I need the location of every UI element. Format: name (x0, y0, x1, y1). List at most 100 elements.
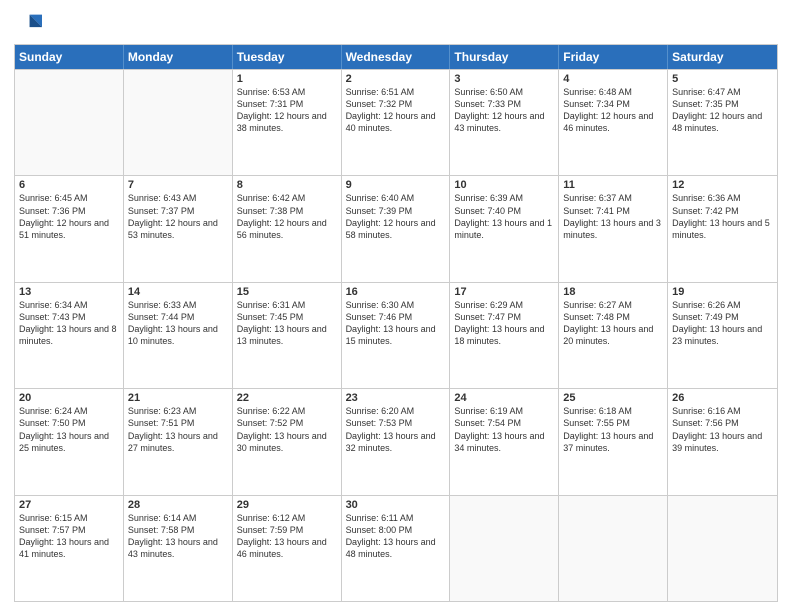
day-info: Sunrise: 6:51 AM Sunset: 7:32 PM Dayligh… (346, 86, 446, 135)
cal-cell: 18Sunrise: 6:27 AM Sunset: 7:48 PM Dayli… (559, 283, 668, 388)
cal-cell: 19Sunrise: 6:26 AM Sunset: 7:49 PM Dayli… (668, 283, 777, 388)
cal-cell (15, 70, 124, 175)
cal-cell: 1Sunrise: 6:53 AM Sunset: 7:31 PM Daylig… (233, 70, 342, 175)
day-number: 26 (672, 392, 773, 404)
week-row-5: 27Sunrise: 6:15 AM Sunset: 7:57 PM Dayli… (15, 495, 777, 601)
day-number: 17 (454, 286, 554, 298)
day-number: 21 (128, 392, 228, 404)
day-info: Sunrise: 6:29 AM Sunset: 7:47 PM Dayligh… (454, 299, 554, 348)
day-info: Sunrise: 6:16 AM Sunset: 7:56 PM Dayligh… (672, 405, 773, 454)
day-number: 28 (128, 499, 228, 511)
cal-cell: 21Sunrise: 6:23 AM Sunset: 7:51 PM Dayli… (124, 389, 233, 494)
cal-cell (559, 496, 668, 601)
day-info: Sunrise: 6:48 AM Sunset: 7:34 PM Dayligh… (563, 86, 663, 135)
day-number: 1 (237, 73, 337, 85)
week-row-3: 13Sunrise: 6:34 AM Sunset: 7:43 PM Dayli… (15, 282, 777, 388)
day-number: 6 (19, 179, 119, 191)
day-number: 11 (563, 179, 663, 191)
day-info: Sunrise: 6:42 AM Sunset: 7:38 PM Dayligh… (237, 192, 337, 241)
day-number: 8 (237, 179, 337, 191)
day-info: Sunrise: 6:47 AM Sunset: 7:35 PM Dayligh… (672, 86, 773, 135)
day-number: 3 (454, 73, 554, 85)
day-info: Sunrise: 6:31 AM Sunset: 7:45 PM Dayligh… (237, 299, 337, 348)
week-row-1: 1Sunrise: 6:53 AM Sunset: 7:31 PM Daylig… (15, 69, 777, 175)
cal-cell (668, 496, 777, 601)
day-info: Sunrise: 6:23 AM Sunset: 7:51 PM Dayligh… (128, 405, 228, 454)
day-number: 25 (563, 392, 663, 404)
day-number: 10 (454, 179, 554, 191)
header-day-monday: Monday (124, 45, 233, 69)
day-number: 18 (563, 286, 663, 298)
header-day-friday: Friday (559, 45, 668, 69)
day-number: 5 (672, 73, 773, 85)
calendar-header: SundayMondayTuesdayWednesdayThursdayFrid… (15, 45, 777, 69)
cal-cell: 23Sunrise: 6:20 AM Sunset: 7:53 PM Dayli… (342, 389, 451, 494)
cal-cell: 8Sunrise: 6:42 AM Sunset: 7:38 PM Daylig… (233, 176, 342, 281)
day-info: Sunrise: 6:14 AM Sunset: 7:58 PM Dayligh… (128, 512, 228, 561)
day-info: Sunrise: 6:40 AM Sunset: 7:39 PM Dayligh… (346, 192, 446, 241)
day-number: 12 (672, 179, 773, 191)
day-info: Sunrise: 6:34 AM Sunset: 7:43 PM Dayligh… (19, 299, 119, 348)
cal-cell: 5Sunrise: 6:47 AM Sunset: 7:35 PM Daylig… (668, 70, 777, 175)
day-info: Sunrise: 6:22 AM Sunset: 7:52 PM Dayligh… (237, 405, 337, 454)
calendar-body: 1Sunrise: 6:53 AM Sunset: 7:31 PM Daylig… (15, 69, 777, 601)
day-info: Sunrise: 6:26 AM Sunset: 7:49 PM Dayligh… (672, 299, 773, 348)
day-info: Sunrise: 6:12 AM Sunset: 7:59 PM Dayligh… (237, 512, 337, 561)
day-number: 19 (672, 286, 773, 298)
day-info: Sunrise: 6:27 AM Sunset: 7:48 PM Dayligh… (563, 299, 663, 348)
day-number: 9 (346, 179, 446, 191)
day-info: Sunrise: 6:50 AM Sunset: 7:33 PM Dayligh… (454, 86, 554, 135)
day-number: 14 (128, 286, 228, 298)
cal-cell: 28Sunrise: 6:14 AM Sunset: 7:58 PM Dayli… (124, 496, 233, 601)
day-number: 4 (563, 73, 663, 85)
day-info: Sunrise: 6:15 AM Sunset: 7:57 PM Dayligh… (19, 512, 119, 561)
day-number: 16 (346, 286, 446, 298)
header-day-wednesday: Wednesday (342, 45, 451, 69)
cal-cell (450, 496, 559, 601)
header-day-sunday: Sunday (15, 45, 124, 69)
day-info: Sunrise: 6:43 AM Sunset: 7:37 PM Dayligh… (128, 192, 228, 241)
calendar: SundayMondayTuesdayWednesdayThursdayFrid… (14, 44, 778, 602)
day-info: Sunrise: 6:53 AM Sunset: 7:31 PM Dayligh… (237, 86, 337, 135)
day-info: Sunrise: 6:19 AM Sunset: 7:54 PM Dayligh… (454, 405, 554, 454)
cal-cell: 7Sunrise: 6:43 AM Sunset: 7:37 PM Daylig… (124, 176, 233, 281)
week-row-2: 6Sunrise: 6:45 AM Sunset: 7:36 PM Daylig… (15, 175, 777, 281)
week-row-4: 20Sunrise: 6:24 AM Sunset: 7:50 PM Dayli… (15, 388, 777, 494)
day-info: Sunrise: 6:30 AM Sunset: 7:46 PM Dayligh… (346, 299, 446, 348)
cal-cell: 13Sunrise: 6:34 AM Sunset: 7:43 PM Dayli… (15, 283, 124, 388)
cal-cell: 6Sunrise: 6:45 AM Sunset: 7:36 PM Daylig… (15, 176, 124, 281)
cal-cell: 30Sunrise: 6:11 AM Sunset: 8:00 PM Dayli… (342, 496, 451, 601)
cal-cell: 4Sunrise: 6:48 AM Sunset: 7:34 PM Daylig… (559, 70, 668, 175)
cal-cell: 26Sunrise: 6:16 AM Sunset: 7:56 PM Dayli… (668, 389, 777, 494)
cal-cell: 25Sunrise: 6:18 AM Sunset: 7:55 PM Dayli… (559, 389, 668, 494)
day-number: 2 (346, 73, 446, 85)
cal-cell: 16Sunrise: 6:30 AM Sunset: 7:46 PM Dayli… (342, 283, 451, 388)
day-number: 7 (128, 179, 228, 191)
day-number: 27 (19, 499, 119, 511)
day-number: 24 (454, 392, 554, 404)
day-info: Sunrise: 6:45 AM Sunset: 7:36 PM Dayligh… (19, 192, 119, 241)
day-number: 20 (19, 392, 119, 404)
day-info: Sunrise: 6:33 AM Sunset: 7:44 PM Dayligh… (128, 299, 228, 348)
day-info: Sunrise: 6:36 AM Sunset: 7:42 PM Dayligh… (672, 192, 773, 241)
cal-cell: 10Sunrise: 6:39 AM Sunset: 7:40 PM Dayli… (450, 176, 559, 281)
logo-icon (14, 10, 42, 38)
cal-cell: 27Sunrise: 6:15 AM Sunset: 7:57 PM Dayli… (15, 496, 124, 601)
header (14, 10, 778, 38)
day-number: 22 (237, 392, 337, 404)
day-info: Sunrise: 6:24 AM Sunset: 7:50 PM Dayligh… (19, 405, 119, 454)
cal-cell (124, 70, 233, 175)
logo (14, 10, 44, 38)
cal-cell: 3Sunrise: 6:50 AM Sunset: 7:33 PM Daylig… (450, 70, 559, 175)
cal-cell: 9Sunrise: 6:40 AM Sunset: 7:39 PM Daylig… (342, 176, 451, 281)
cal-cell: 12Sunrise: 6:36 AM Sunset: 7:42 PM Dayli… (668, 176, 777, 281)
cal-cell: 24Sunrise: 6:19 AM Sunset: 7:54 PM Dayli… (450, 389, 559, 494)
day-number: 29 (237, 499, 337, 511)
cal-cell: 20Sunrise: 6:24 AM Sunset: 7:50 PM Dayli… (15, 389, 124, 494)
day-number: 15 (237, 286, 337, 298)
day-info: Sunrise: 6:37 AM Sunset: 7:41 PM Dayligh… (563, 192, 663, 241)
page: SundayMondayTuesdayWednesdayThursdayFrid… (0, 0, 792, 612)
cal-cell: 22Sunrise: 6:22 AM Sunset: 7:52 PM Dayli… (233, 389, 342, 494)
day-number: 30 (346, 499, 446, 511)
day-info: Sunrise: 6:18 AM Sunset: 7:55 PM Dayligh… (563, 405, 663, 454)
